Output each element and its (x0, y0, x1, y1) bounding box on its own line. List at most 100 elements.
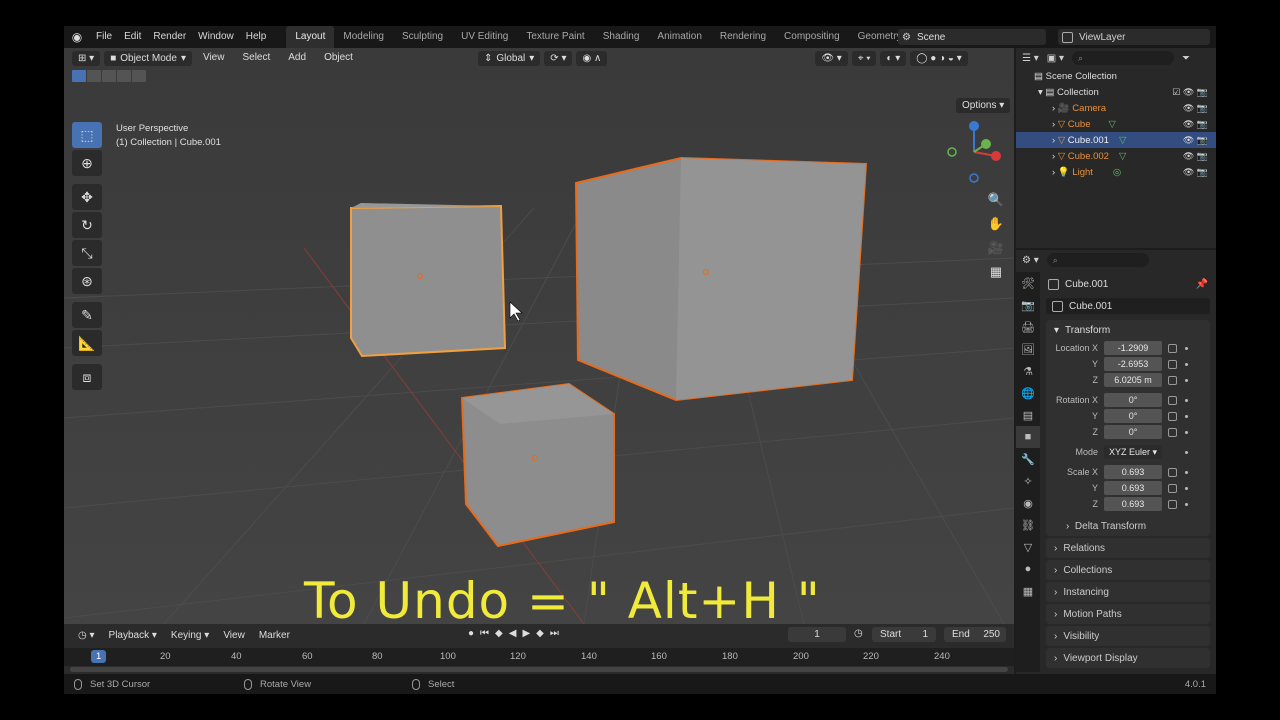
snap-toggle[interactable]: ⟳ ▾ (544, 50, 573, 66)
world-tab-icon[interactable]: 🌐 (1016, 382, 1040, 404)
data-tab-icon[interactable]: ▽ (1016, 536, 1040, 558)
menu-view[interactable]: View (217, 630, 251, 641)
menu-add[interactable]: Add (281, 48, 313, 68)
scale-z-field[interactable]: 0.693 (1104, 497, 1162, 511)
outliner-item-light[interactable]: › 💡 Light ◎ 👁 📷 (1016, 164, 1216, 180)
proportional-edit-toggle[interactable]: ◉ ∧ (576, 50, 608, 66)
cube-002-object[interactable] (574, 156, 868, 402)
overlay-toggle[interactable]: ◐ ▾ (880, 50, 907, 66)
tool-tab-icon[interactable]: 🛠 (1016, 272, 1040, 294)
keyframe-dot-icon[interactable] (1185, 486, 1188, 490)
menu-view[interactable]: View (196, 48, 232, 68)
orientation-selector[interactable]: ⇕ Global ▾ (477, 50, 541, 66)
menu-marker[interactable]: Marker (253, 630, 296, 641)
timeline-ruler[interactable]: 1 20 40 60 80 100 120 140 160 180 200 22… (64, 648, 1014, 666)
location-z-field[interactable]: 6.0205 m (1104, 373, 1162, 387)
modifier-tab-icon[interactable]: 🔧 (1016, 448, 1040, 470)
scene-tab-icon[interactable]: ⚗ (1016, 360, 1040, 382)
record-icon[interactable]: ● (468, 628, 474, 639)
menu-keying[interactable]: Keying ▾ (165, 630, 215, 641)
display-mode-icon[interactable]: ▣ ▾ (1047, 53, 1064, 64)
tab-sculpting[interactable]: Sculpting (393, 26, 452, 48)
rotation-x-field[interactable]: 0° (1104, 393, 1162, 407)
select-intersect-icon[interactable] (132, 70, 146, 82)
keyframe-dot-icon[interactable] (1185, 362, 1188, 366)
blender-logo-icon[interactable]: ◉ (64, 30, 90, 44)
jump-end-icon[interactable]: ⏭ (550, 628, 559, 639)
transform-tool[interactable]: ⊛ (72, 268, 102, 294)
row-visibility[interactable]: ☑ 👁 📷 (1172, 87, 1208, 98)
move-tool[interactable]: ✥ (72, 184, 102, 210)
mode-selector[interactable]: ■ Object Mode ▾ (104, 50, 192, 66)
scale-x-field[interactable]: 0.693 (1104, 465, 1162, 479)
select-extend-icon[interactable] (87, 70, 101, 82)
lock-icon[interactable] (1168, 343, 1177, 353)
tab-animation[interactable]: Animation (648, 26, 710, 48)
panel-collections[interactable]: › Collections (1046, 560, 1210, 580)
panel-motion-paths[interactable]: › Motion Paths (1046, 604, 1210, 624)
cursor-tool[interactable]: ⊕ (72, 150, 102, 176)
add-cube-tool[interactable]: ⧈ (72, 364, 102, 390)
current-frame-field[interactable]: 1 (788, 627, 846, 642)
collection-tab-icon[interactable]: ▤ (1016, 404, 1040, 426)
outliner-item-cube[interactable]: › ▽ Cube ▽ 👁 📷 (1016, 116, 1216, 132)
scale-y-field[interactable]: 0.693 (1104, 481, 1162, 495)
transform-panel-header[interactable]: ▾ Transform (1046, 320, 1210, 340)
row-visibility[interactable]: 👁 📷 (1183, 119, 1208, 130)
physics-tab-icon[interactable]: ◉ (1016, 492, 1040, 514)
menu-select[interactable]: Select (235, 48, 277, 68)
material-tab-icon[interactable]: ● (1016, 558, 1040, 580)
select-new-icon[interactable] (72, 70, 86, 82)
output-tab-icon[interactable]: 🖨 (1016, 316, 1040, 338)
keyframe-dot-icon[interactable] (1185, 502, 1188, 506)
cube-001-object[interactable] (350, 203, 507, 358)
outliner-search-input[interactable]: ⌕ (1072, 51, 1175, 65)
menu-help[interactable]: Help (240, 26, 273, 48)
particles-tab-icon[interactable]: ✧ (1016, 470, 1040, 492)
render-tab-icon[interactable]: 📷 (1016, 294, 1040, 316)
lock-icon[interactable] (1168, 427, 1177, 437)
view-layer-selector[interactable]: ViewLayer (1058, 29, 1210, 45)
tab-uv-editing[interactable]: UV Editing (452, 26, 517, 48)
texture-tab-icon[interactable]: ▦ (1016, 580, 1040, 602)
gizmo-toggle[interactable]: ⌖ ▾ (851, 50, 877, 66)
timeline-scrollbar[interactable] (70, 667, 1008, 672)
menu-edit[interactable]: Edit (118, 26, 147, 48)
panel-relations[interactable]: › Relations (1046, 538, 1210, 558)
view-layer-tab-icon[interactable]: 🖼 (1016, 338, 1040, 360)
grid-view-icon[interactable]: ▦ (984, 260, 1008, 284)
select-difference-icon[interactable] (117, 70, 131, 82)
menu-window[interactable]: Window (192, 26, 240, 48)
editor-type-button[interactable]: ⊞ ▾ (72, 50, 101, 66)
visibility-toggle[interactable]: 👁 ▾ (815, 50, 848, 66)
next-key-icon[interactable]: ◆ (536, 628, 544, 639)
location-y-field[interactable]: -2.6953 (1104, 357, 1162, 371)
outliner-item-cube-002[interactable]: › ▽ Cube.002 ▽ 👁 📷 (1016, 148, 1216, 164)
tab-texture-paint[interactable]: Texture Paint (517, 26, 593, 48)
object-name-field[interactable]: Cube.001 (1046, 298, 1210, 314)
rotate-tool[interactable]: ↻ (72, 212, 102, 238)
keyframe-dot-icon[interactable] (1185, 450, 1188, 454)
outliner-item-cube-001[interactable]: › ▽ Cube.001 ▽ 👁 📷 (1016, 132, 1216, 148)
row-visibility[interactable]: 👁 📷 (1183, 135, 1208, 146)
tab-modeling[interactable]: Modeling (334, 26, 393, 48)
menu-file[interactable]: File (90, 26, 118, 48)
pan-hand-icon[interactable]: ✋ (984, 212, 1008, 236)
tab-shading[interactable]: Shading (594, 26, 649, 48)
menu-playback[interactable]: Playback ▾ (103, 630, 163, 641)
camera-view-icon[interactable]: 🎥 (984, 236, 1008, 260)
keyframe-dot-icon[interactable] (1185, 378, 1188, 382)
keyframe-dot-icon[interactable] (1185, 346, 1188, 350)
keyframe-dot-icon[interactable] (1185, 414, 1188, 418)
annotate-tool[interactable]: ✎ (72, 302, 102, 328)
tab-layout[interactable]: Layout (286, 26, 335, 48)
selection-modes[interactable] (72, 70, 146, 82)
current-frame-marker[interactable]: 1 (91, 650, 107, 663)
properties-editor-icon[interactable]: ⚙ ▾ (1022, 255, 1039, 266)
object-tab-icon[interactable]: ■ (1016, 426, 1040, 448)
play-reverse-icon[interactable]: ◀ (509, 628, 517, 639)
lock-icon[interactable] (1168, 467, 1177, 477)
play-icon[interactable]: ▶ (522, 628, 530, 639)
row-visibility[interactable]: 👁 📷 (1183, 103, 1208, 114)
menu-render[interactable]: Render (147, 26, 192, 48)
